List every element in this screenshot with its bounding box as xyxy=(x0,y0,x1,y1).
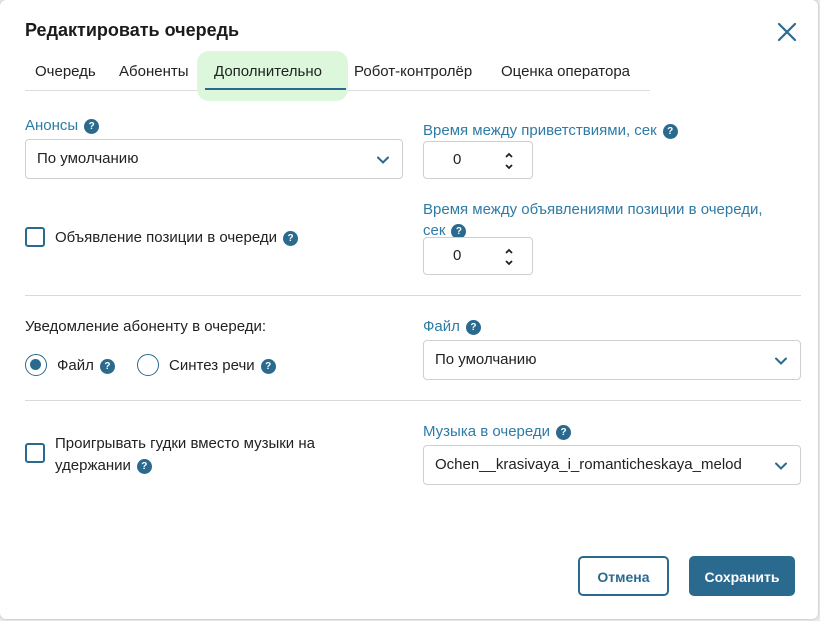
tab-subscribers[interactable]: Абоненты xyxy=(119,51,189,91)
tab-operator-rating[interactable]: Оценка оператора xyxy=(501,51,630,91)
position-interval-stepper[interactable]: 0 xyxy=(423,237,533,275)
chevron-down-icon xyxy=(775,357,787,365)
position-announce-label: Объявление позиции в очереди? xyxy=(55,229,299,246)
beeps-label-line2: удержании xyxy=(55,457,131,474)
announcements-label-text: Анонсы xyxy=(25,117,79,134)
radio-tts-label-text: Синтез речи xyxy=(169,357,255,374)
announcements-select[interactable]: По умолчанию xyxy=(25,139,403,179)
section-divider xyxy=(25,400,801,401)
announcements-label: Анонсы? xyxy=(25,117,100,134)
cancel-button[interactable]: Отмена xyxy=(578,556,669,596)
help-icon[interactable]: ? xyxy=(556,425,572,440)
tab-additional[interactable]: Дополнительно xyxy=(197,51,348,101)
music-select-value: Ochen__krasivaya_i_romanticheskaya_melod xyxy=(435,456,742,473)
position-interval-value: 0 xyxy=(453,247,462,264)
notify-label: Уведомление абоненту в очереди: xyxy=(25,318,267,335)
position-announce-label-text: Объявление позиции в очереди xyxy=(55,229,278,246)
radio-file-label: Файл? xyxy=(57,357,115,374)
music-label-text: Музыка в очереди xyxy=(423,423,551,440)
music-label: Музыка в очереди? xyxy=(423,423,572,440)
file-label-text: Файл xyxy=(423,318,460,335)
beeps-label-line1: Проигрывать гудки вместо музыки на xyxy=(55,435,315,452)
greeting-interval-label: Время между приветствиями, сек? xyxy=(423,122,678,139)
position-announce-checkbox[interactable] xyxy=(25,227,45,247)
help-icon[interactable]: ? xyxy=(465,320,481,335)
help-icon[interactable]: ? xyxy=(260,359,276,374)
radio-tts-label: Синтез речи? xyxy=(169,357,276,374)
stepper-arrows-icon[interactable] xyxy=(504,247,514,267)
stepper-arrows-icon[interactable] xyxy=(504,151,514,171)
radio-selected-dot xyxy=(30,359,41,370)
help-icon[interactable]: ? xyxy=(283,231,299,246)
greeting-interval-label-text: Время между приветствиями, сек xyxy=(423,122,657,139)
greeting-interval-stepper[interactable]: 0 xyxy=(423,141,533,179)
tab-queue[interactable]: Очередь xyxy=(35,51,96,91)
music-select[interactable]: Ochen__krasivaya_i_romanticheskaya_melod xyxy=(423,445,801,485)
file-label: Файл? xyxy=(423,318,481,335)
active-tab-underline xyxy=(205,88,346,90)
radio-file-label-text: Файл xyxy=(57,357,94,374)
section-divider xyxy=(25,295,801,296)
greeting-interval-value: 0 xyxy=(453,151,462,168)
chevron-down-icon xyxy=(775,462,787,470)
radio-tts[interactable] xyxy=(137,354,159,376)
help-icon[interactable]: ? xyxy=(136,459,152,474)
chevron-down-icon xyxy=(377,156,389,164)
file-select-value: По умолчанию xyxy=(435,351,537,368)
tab-bar: Очередь Абоненты Дополнительно Робот-кон… xyxy=(25,51,650,101)
radio-file[interactable] xyxy=(25,354,47,376)
close-icon[interactable] xyxy=(776,21,798,43)
position-interval-label: Время между объявлениями позиции в очере… xyxy=(423,199,763,241)
announcements-select-value: По умолчанию xyxy=(37,150,139,167)
dialog-title: Редактировать очередь xyxy=(25,20,240,40)
tab-additional-label: Дополнительно xyxy=(214,63,322,80)
help-icon[interactable]: ? xyxy=(99,359,115,374)
tab-robot-controller[interactable]: Робот-контролёр xyxy=(354,51,472,91)
help-icon[interactable]: ? xyxy=(662,124,678,139)
edit-queue-dialog: Редактировать очередь Очередь Абоненты Д… xyxy=(0,0,818,619)
help-icon[interactable]: ? xyxy=(84,119,100,134)
save-button[interactable]: Сохранить xyxy=(689,556,795,596)
beeps-label: Проигрывать гудки вместо музыки на удерж… xyxy=(55,433,315,477)
file-select[interactable]: По умолчанию xyxy=(423,340,801,380)
beeps-checkbox[interactable] xyxy=(25,443,45,463)
position-interval-label-line1: Время между объявлениями позиции в очере… xyxy=(423,201,763,218)
